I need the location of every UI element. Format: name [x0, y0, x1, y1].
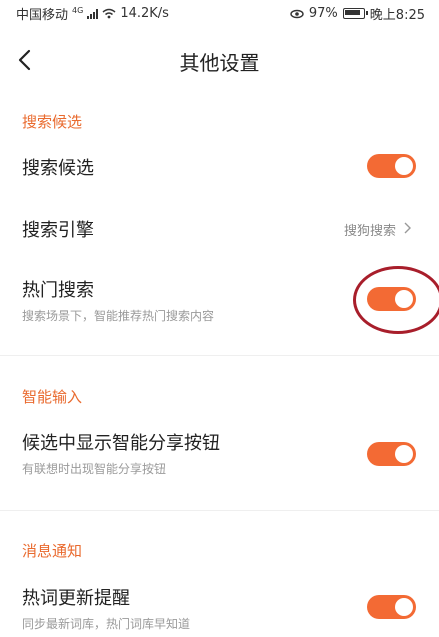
battery-icon	[342, 8, 368, 19]
smart-share-toggle[interactable]	[367, 442, 416, 466]
section-title-smart-input: 智能输入	[22, 388, 83, 406]
setting-description: 搜索场景下，智能推荐热门搜索内容	[22, 309, 215, 323]
divider	[0, 510, 439, 511]
search-engine-value: 搜狗搜索	[343, 224, 396, 239]
section-title-notifications: 消息通知	[22, 542, 83, 560]
network-type: 4G	[72, 6, 84, 15]
header: 其他设置	[0, 36, 439, 86]
battery-percent: 97%	[308, 6, 338, 21]
signal-icon	[87, 8, 99, 19]
carrier-label: 中国移动	[16, 8, 69, 23]
clock: 晚上8:25	[369, 8, 425, 23]
setting-smart-share[interactable]: 候选中显示智能分享按钮 有联想时出现智能分享按钮	[0, 425, 439, 485]
setting-search-candidates[interactable]: 搜索候选	[0, 146, 439, 186]
setting-label: 搜索候选	[22, 158, 94, 179]
setting-search-engine[interactable]: 搜索引擎 搜狗搜索	[0, 208, 439, 248]
toggle-knob	[395, 157, 413, 175]
network-speed: 14.2K/s	[120, 6, 169, 21]
setting-label: 热词更新提醒	[22, 588, 130, 609]
setting-hotword-update[interactable]: 热词更新提醒 同步最新词库，热门词库早知道	[0, 580, 439, 637]
toggle-knob	[395, 445, 413, 463]
page-title: 其他设置	[179, 51, 260, 75]
status-bar: 中国移动 4G 14.2K/s 97% 晚上8:25	[0, 0, 439, 26]
section-title-search: 搜索候选	[22, 113, 83, 131]
search-candidates-toggle[interactable]	[367, 154, 416, 178]
annotation-circle	[353, 266, 439, 334]
chevron-right-icon	[404, 222, 411, 234]
eye-icon	[290, 9, 304, 18]
setting-label: 候选中显示智能分享按钮	[22, 433, 220, 454]
hotword-update-toggle[interactable]	[367, 595, 416, 619]
toggle-knob	[395, 598, 413, 616]
setting-description: 同步最新词库，热门词库早知道	[22, 617, 191, 631]
setting-label: 热门搜索	[22, 280, 94, 301]
setting-label: 搜索引擎	[22, 220, 94, 241]
divider	[0, 355, 439, 356]
wifi-icon	[102, 8, 116, 19]
setting-description: 有联想时出现智能分享按钮	[22, 462, 167, 476]
